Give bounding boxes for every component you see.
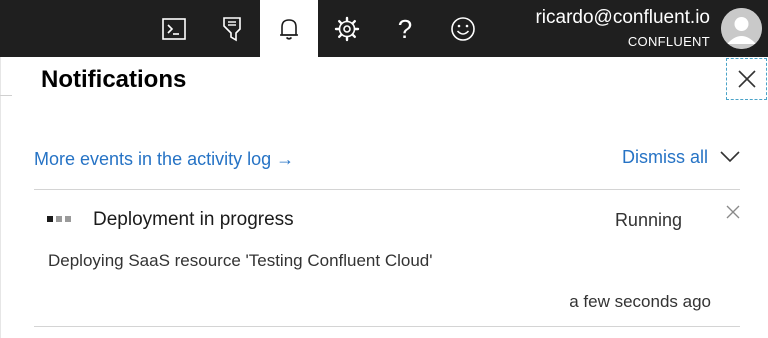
help-icon: ? <box>397 13 413 44</box>
progress-indicator-icon <box>47 216 71 222</box>
notification-description: Deploying SaaS resource 'Testing Conflue… <box>48 251 433 270</box>
notification-title[interactable]: Deployment in progress <box>93 208 294 232</box>
directory-filter-button[interactable] <box>203 0 261 57</box>
help-button[interactable]: ? <box>376 0 434 57</box>
top-bar: ? ricardo@confluent.io CONFLUENT <box>0 0 768 57</box>
cloud-shell-button[interactable] <box>145 0 203 57</box>
underlying-pane-edge <box>0 57 1 338</box>
feedback-icon <box>451 16 475 41</box>
divider-top <box>34 189 740 190</box>
account-tenant: CONFLUENT <box>627 34 710 49</box>
directory-filter-icon <box>223 16 241 41</box>
notifications-icon <box>280 18 298 40</box>
close-icon <box>726 205 740 219</box>
panel-title: Notifications <box>41 66 187 93</box>
notification-timestamp: a few seconds ago <box>569 292 711 311</box>
feedback-button[interactable] <box>434 0 492 57</box>
notifications-button[interactable] <box>260 0 318 57</box>
account-menu[interactable]: ricardo@confluent.io CONFLUENT <box>535 6 710 51</box>
notification-status: Running <box>614 210 682 230</box>
close-panel-button[interactable] <box>726 58 767 100</box>
close-icon <box>737 70 756 88</box>
user-avatar-icon <box>721 8 762 49</box>
dismiss-notification-button[interactable] <box>724 203 742 221</box>
avatar[interactable] <box>721 8 762 49</box>
dismiss-all-label: Dismiss all <box>621 147 708 167</box>
settings-icon <box>334 16 360 41</box>
settings-button[interactable] <box>318 0 376 57</box>
dismiss-all-button[interactable]: Dismiss all <box>622 145 740 169</box>
cloud-shell-icon <box>162 17 186 40</box>
chevron-down-icon[interactable] <box>720 151 740 163</box>
underlying-pane-divider <box>0 95 12 96</box>
account-email: ricardo@confluent.io <box>535 7 710 28</box>
activity-log-link[interactable]: More events in the activity log → <box>34 147 294 171</box>
divider-bottom <box>34 326 740 327</box>
